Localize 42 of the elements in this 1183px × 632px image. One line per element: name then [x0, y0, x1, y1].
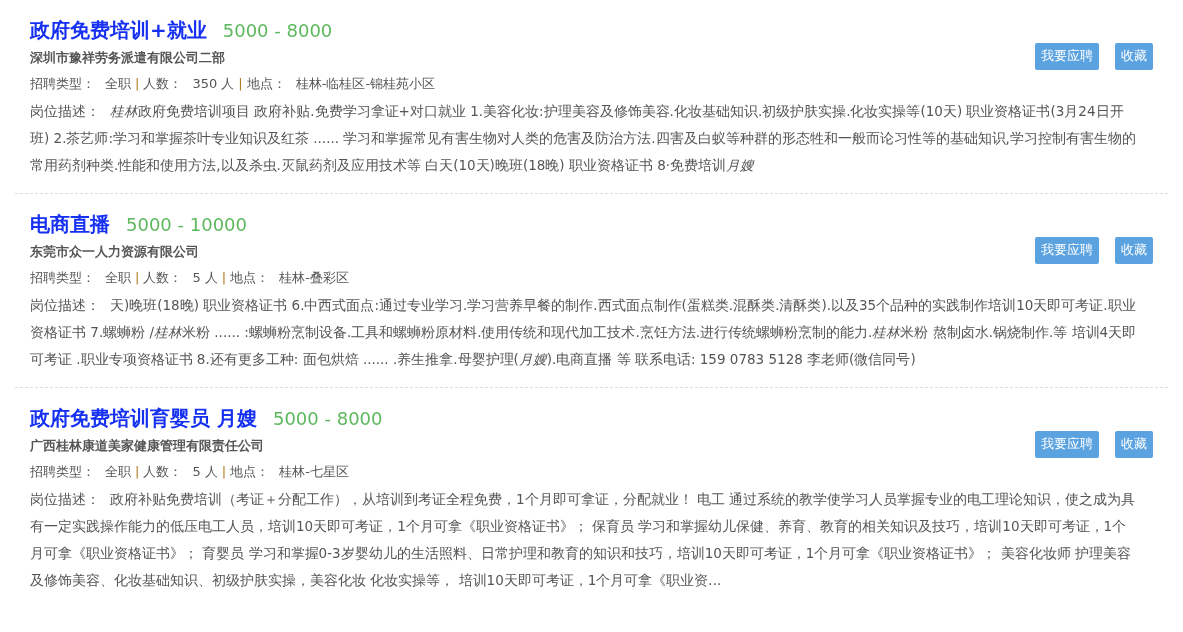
separator: |	[135, 463, 140, 481]
salary-range: 5000 - 8000	[272, 407, 383, 431]
meta-label: 地点：	[246, 75, 286, 93]
job-title[interactable]: 电商直播	[30, 208, 110, 240]
company-name: 广西桂林康道美家健康管理有限责任公司	[30, 437, 265, 455]
meta-value: 桂林-临桂区-锦桂苑小区	[295, 75, 436, 93]
meta-label: 招聘类型：	[30, 463, 95, 481]
meta-value: 全职	[105, 75, 131, 93]
meta-value: 桂林-七星区	[279, 463, 349, 481]
job-description: 岗位描述： 桂林政府免费培训项目 政府补贴.免费学习拿证+对口就业 1.美容化妆:护理美容及修饰美容.化妆基础知识.初级护肤实操.化妆实操等(10天) 职业资格证书(3月24日开班) 2.茶艺师:学习和掌握茶叶专业知识及红茶 ...... 学习和掌握常见有害生物对人类的危害及防治方法.四害及白蚁等种群的形态牲和一般而论习性等的基础知识,学习控制有害生物的常用药剂种类.性能和使用方法,以及杀虫.灭鼠药剂及应用技术等 白天(10天)晚班(18晚) 职业资格证书 8·免费培训月嫂	[30, 102, 1137, 175]
apply-button[interactable]: 我要应聘	[1035, 42, 1099, 70]
meta-value: 桂林-叠彩区	[279, 269, 349, 287]
meta-value: 5 人	[192, 269, 218, 287]
separator: |	[221, 269, 227, 287]
favorite-button[interactable]: 收藏	[1115, 42, 1153, 70]
job-description: 岗位描述： 天)晚班(18晚) 职业资格证书 6.中西式面点:通过专业学习.学习营养早餐的制作.西式面点制作(蛋糕类.混酥类.清酥类).以及35个品种的实践制作培训10天即可考证.职业资格证书 7.螺蛳粉 /桂林米粉 ...... :螺蛳粉烹制设备.工具和螺蛳粉原材料.使用传统和现代加工技术.烹饪方法.进行传统螺蛳粉烹制的能力.桂林米粉 熬制卤水.锅烧制作.等 培训4天即可考证 .职业专项资格证书 8.还有更多工种: 面包烘焙 ...... .养生推拿.母婴护理(月嫂).电商直播 等 联系电话: 159 0783 5128 李老师(微信同号)	[30, 296, 1138, 369]
favorite-button[interactable]: 收藏	[1115, 430, 1153, 458]
apply-button[interactable]: 我要应聘	[1035, 430, 1099, 458]
salary-range: 5000 - 8000	[222, 19, 333, 43]
meta-label: 地点：	[230, 269, 270, 287]
separator: |	[135, 269, 140, 287]
salary-range: 5000 - 10000	[126, 213, 247, 237]
meta-label: 地点：	[230, 463, 270, 481]
job-title[interactable]: 政府免费培训+就业	[30, 14, 207, 46]
company-name: 东莞市众一人力资源有限公司	[30, 243, 200, 261]
job-description: 岗位描述： 政府补贴免费培训（考证＋分配工作），从培训到考证全程免费，1个月即可拿证，分配就业！ 电工 通过系统的教学使学习人员掌握专业的电工理论知识，使之成为具有一定实践操作能力的低压电工人员，培训10天即可考证，1个月可拿《职业资格证书》； 保育员 学习和掌握幼儿保健、养育、教育的相关知识及技巧，培训10天即可考证，1个月可拿《职业资格证书》； 育婴员 学习和掌握0-3岁婴幼儿的生活照料、日常护理和教育的知识和技巧，培训10天即可考证，1个月可拿《职业资格证书》； 美容化妆师 护理美容及修饰美容、化妆基础知识、初级护肤实操，美容化妆 化妆实操等， 培训10天即可考证，1个月可拿《职业资...	[30, 490, 1137, 590]
meta-label: 人数：	[143, 75, 183, 93]
meta-value: 全职	[105, 463, 131, 481]
company-name: 深圳市豫祥劳务派遣有限公司二部	[30, 49, 226, 67]
separator: |	[221, 463, 227, 481]
meta-value: 350 人	[192, 75, 235, 93]
apply-button[interactable]: 我要应聘	[1035, 236, 1099, 264]
favorite-button[interactable]: 收藏	[1115, 236, 1153, 264]
separator: |	[238, 75, 243, 93]
meta-value: 5 人	[192, 463, 218, 481]
meta-label: 招聘类型：	[30, 75, 95, 93]
meta-label: 人数：	[143, 269, 183, 287]
meta-value: 全职	[105, 269, 131, 287]
separator: |	[135, 75, 140, 93]
meta-label: 招聘类型：	[30, 269, 95, 287]
meta-label: 人数：	[143, 463, 183, 481]
job-title[interactable]: 政府免费培训育婴员 月嫂	[30, 402, 257, 434]
